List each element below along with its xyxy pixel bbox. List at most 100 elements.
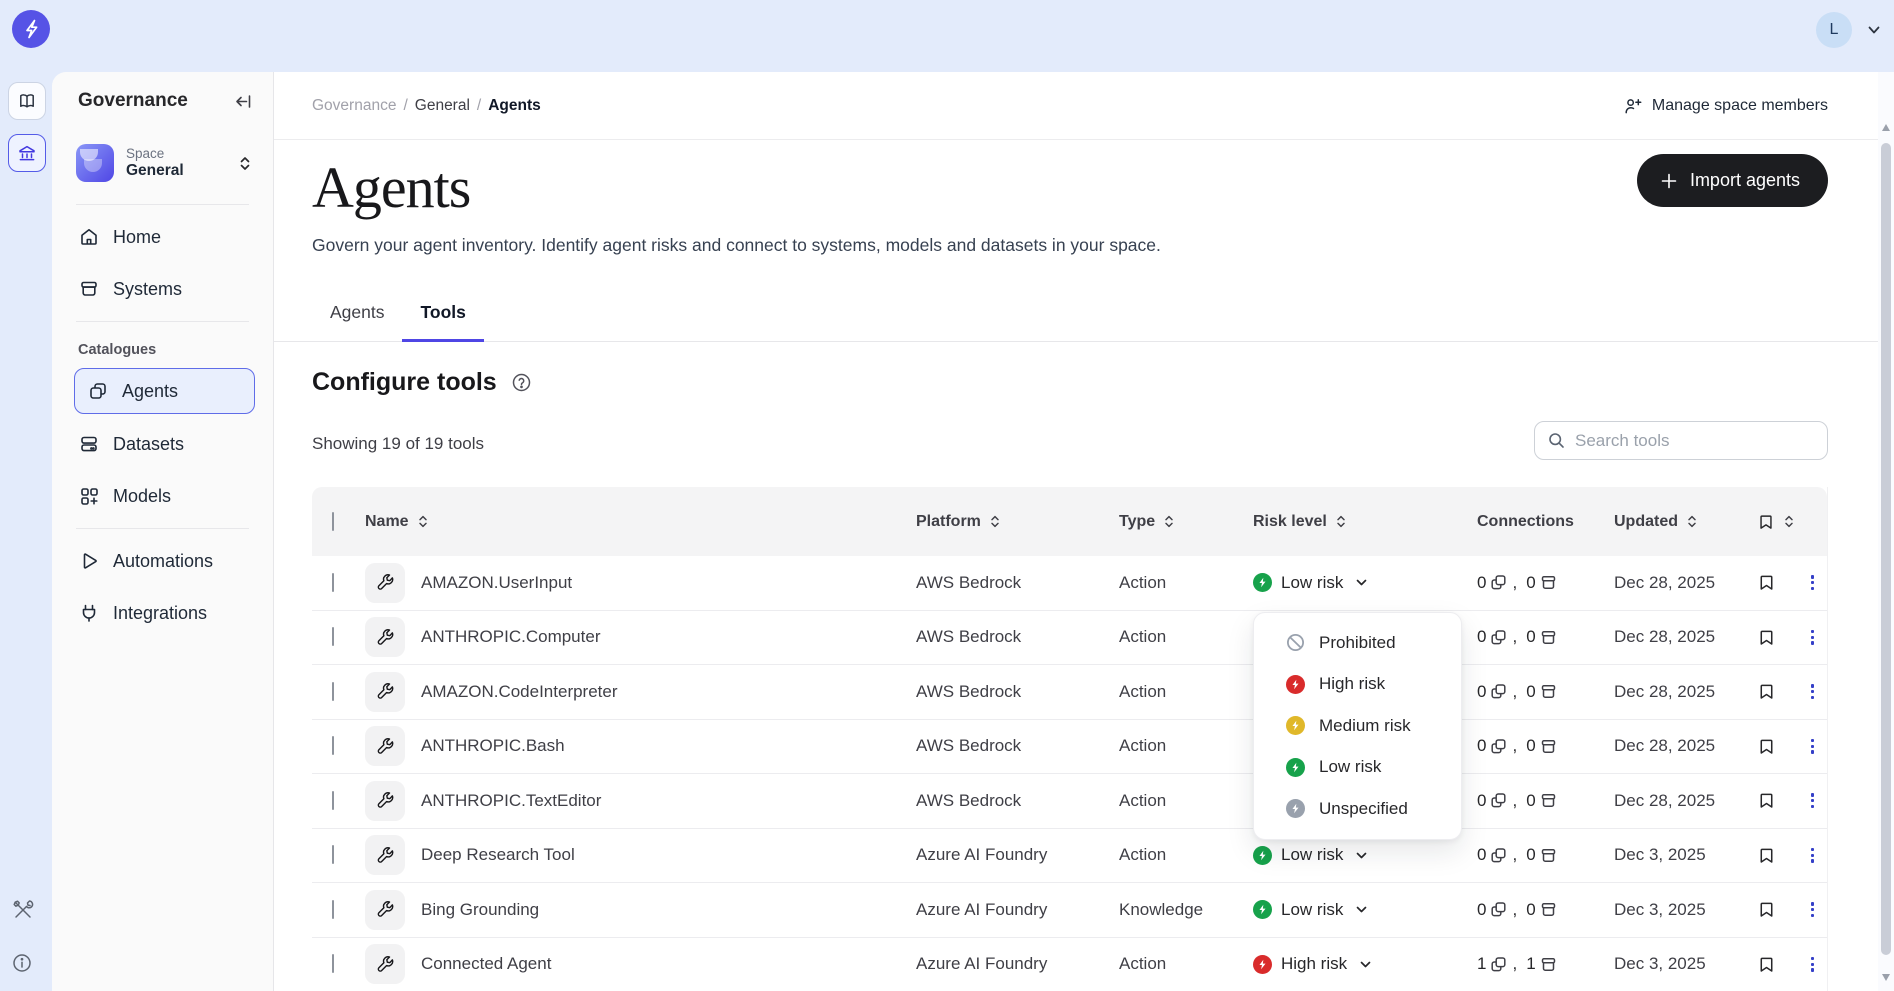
connections-separator: ,	[1512, 845, 1517, 865]
risk-option[interactable]: Low risk	[1254, 747, 1461, 789]
row-menu-button[interactable]	[1797, 898, 1828, 921]
breadcrumb-general[interactable]: General	[415, 97, 470, 115]
sidebar-item-label: Datasets	[113, 434, 184, 455]
space-switch-icon[interactable]	[237, 155, 253, 172]
tool-name[interactable]: AMAZON.CodeInterpreter	[421, 682, 618, 702]
scrollbar-thumb[interactable]	[1881, 143, 1891, 955]
row-checkbox[interactable]	[332, 900, 334, 919]
app-logo[interactable]	[12, 10, 50, 48]
row-checkbox[interactable]	[332, 736, 334, 755]
tool-name[interactable]: ANTHROPIC.TextEditor	[421, 791, 601, 811]
risk-option[interactable]: High risk	[1254, 664, 1461, 706]
row-menu-button[interactable]	[1797, 680, 1828, 703]
dev-tools-icon[interactable]	[11, 898, 35, 922]
sort-icon[interactable]	[989, 514, 1001, 529]
row-checkbox[interactable]	[332, 573, 334, 592]
row-checkbox[interactable]	[332, 627, 334, 646]
breadcrumb-governance[interactable]: Governance	[312, 97, 396, 115]
connections-systems: 0	[1526, 736, 1535, 756]
automations-icon	[78, 550, 100, 572]
copies-icon	[1489, 682, 1508, 701]
sidebar-item-agents[interactable]: Agents	[74, 368, 255, 414]
bookmark-button[interactable]	[1757, 737, 1797, 756]
risk-select[interactable]: Low risk	[1253, 573, 1477, 593]
bookmark-button[interactable]	[1757, 573, 1797, 592]
library-button[interactable]	[8, 82, 46, 120]
column-connections: Connections	[1477, 513, 1574, 531]
tool-name[interactable]: ANTHROPIC.Bash	[421, 736, 565, 756]
governance-rail-button[interactable]	[8, 134, 46, 172]
bookmark-button[interactable]	[1757, 628, 1797, 647]
sort-icon[interactable]	[1783, 514, 1795, 529]
tab-agents[interactable]: Agents	[312, 284, 402, 341]
risk-option[interactable]: Prohibited	[1254, 622, 1461, 664]
risk-option-label: Medium risk	[1319, 716, 1411, 736]
risk-option[interactable]: Medium risk	[1254, 705, 1461, 747]
sidebar-item-home[interactable]: Home	[76, 211, 255, 263]
row-menu-button[interactable]	[1797, 571, 1828, 594]
risk-select[interactable]: High risk	[1253, 954, 1477, 974]
search-box[interactable]	[1534, 421, 1828, 460]
bookmark-button[interactable]	[1757, 682, 1797, 701]
sidebar-item-models[interactable]: Models	[76, 470, 255, 522]
row-menu-button[interactable]	[1797, 844, 1828, 867]
sidebar-item-datasets[interactable]: Datasets	[76, 418, 255, 470]
row-checkbox[interactable]	[332, 682, 334, 701]
bookmark-button[interactable]	[1757, 900, 1797, 919]
updated-cell: Dec 3, 2025	[1614, 845, 1757, 865]
chevron-down-icon	[1354, 575, 1369, 590]
account-chevron-down-icon[interactable]	[1866, 22, 1882, 38]
row-menu-button[interactable]	[1797, 735, 1828, 758]
risk-label: High risk	[1281, 954, 1347, 974]
connections-copies: 0	[1477, 845, 1486, 865]
row-checkbox[interactable]	[332, 845, 334, 864]
risk-select[interactable]: Low risk	[1253, 845, 1477, 865]
sort-icon[interactable]	[417, 514, 429, 529]
updated-cell: Dec 3, 2025	[1614, 900, 1757, 920]
scroll-down-arrow-icon[interactable]	[1882, 974, 1890, 981]
tab-tools[interactable]: Tools	[402, 284, 483, 341]
bookmark-button[interactable]	[1757, 791, 1797, 810]
sort-icon[interactable]	[1686, 514, 1698, 529]
space-name: General	[126, 162, 237, 180]
row-menu-button[interactable]	[1797, 789, 1828, 812]
manage-space-members-button[interactable]: Manage space members	[1623, 96, 1828, 116]
sidebar-item-systems[interactable]: Systems	[76, 263, 255, 315]
select-all-checkbox[interactable]	[332, 512, 334, 531]
search-input[interactable]	[1575, 431, 1815, 451]
help-icon[interactable]	[511, 372, 532, 393]
import-agents-button[interactable]: Import agents	[1637, 154, 1828, 207]
tool-name[interactable]: Bing Grounding	[421, 900, 539, 920]
row-menu-button[interactable]	[1797, 953, 1828, 976]
scroll-up-arrow-icon[interactable]	[1882, 124, 1890, 131]
row-checkbox[interactable]	[332, 791, 334, 810]
connections-systems: 1	[1526, 954, 1535, 974]
tool-name[interactable]: AMAZON.UserInput	[421, 573, 572, 593]
sort-icon[interactable]	[1335, 514, 1347, 529]
info-icon[interactable]	[11, 952, 33, 974]
sort-icon[interactable]	[1163, 514, 1175, 529]
risk-select[interactable]: Low risk	[1253, 900, 1477, 920]
chevron-down-icon	[1354, 902, 1369, 917]
sidebar-item-automations[interactable]: Automations	[76, 535, 255, 587]
tool-name[interactable]: Deep Research Tool	[421, 845, 575, 865]
space-selector[interactable]: Space General	[52, 130, 273, 198]
tool-name[interactable]: ANTHROPIC.Computer	[421, 627, 600, 647]
tools-table: Name Platform Type Risk level Connection…	[312, 487, 1828, 991]
tool-name[interactable]: Connected Agent	[421, 954, 551, 974]
vertical-scrollbar[interactable]	[1878, 72, 1894, 991]
systems-icon	[78, 278, 100, 300]
sidebar-item-integrations[interactable]: Integrations	[76, 587, 255, 639]
bookmark-button[interactable]	[1757, 955, 1797, 974]
table-header-row: Name Platform Type Risk level Connection…	[312, 487, 1827, 556]
avatar[interactable]: L	[1816, 12, 1852, 48]
row-checkbox[interactable]	[332, 954, 334, 973]
wrench-icon	[365, 617, 405, 657]
risk-option[interactable]: Unspecified	[1254, 788, 1461, 830]
connections-cell: 1 , 1	[1477, 954, 1614, 974]
collapse-sidebar-icon[interactable]	[234, 92, 253, 111]
bookmark-button[interactable]	[1757, 846, 1797, 865]
row-menu-button[interactable]	[1797, 626, 1828, 649]
connections-systems: 0	[1526, 682, 1535, 702]
sidebar-item-label: Agents	[122, 381, 178, 402]
